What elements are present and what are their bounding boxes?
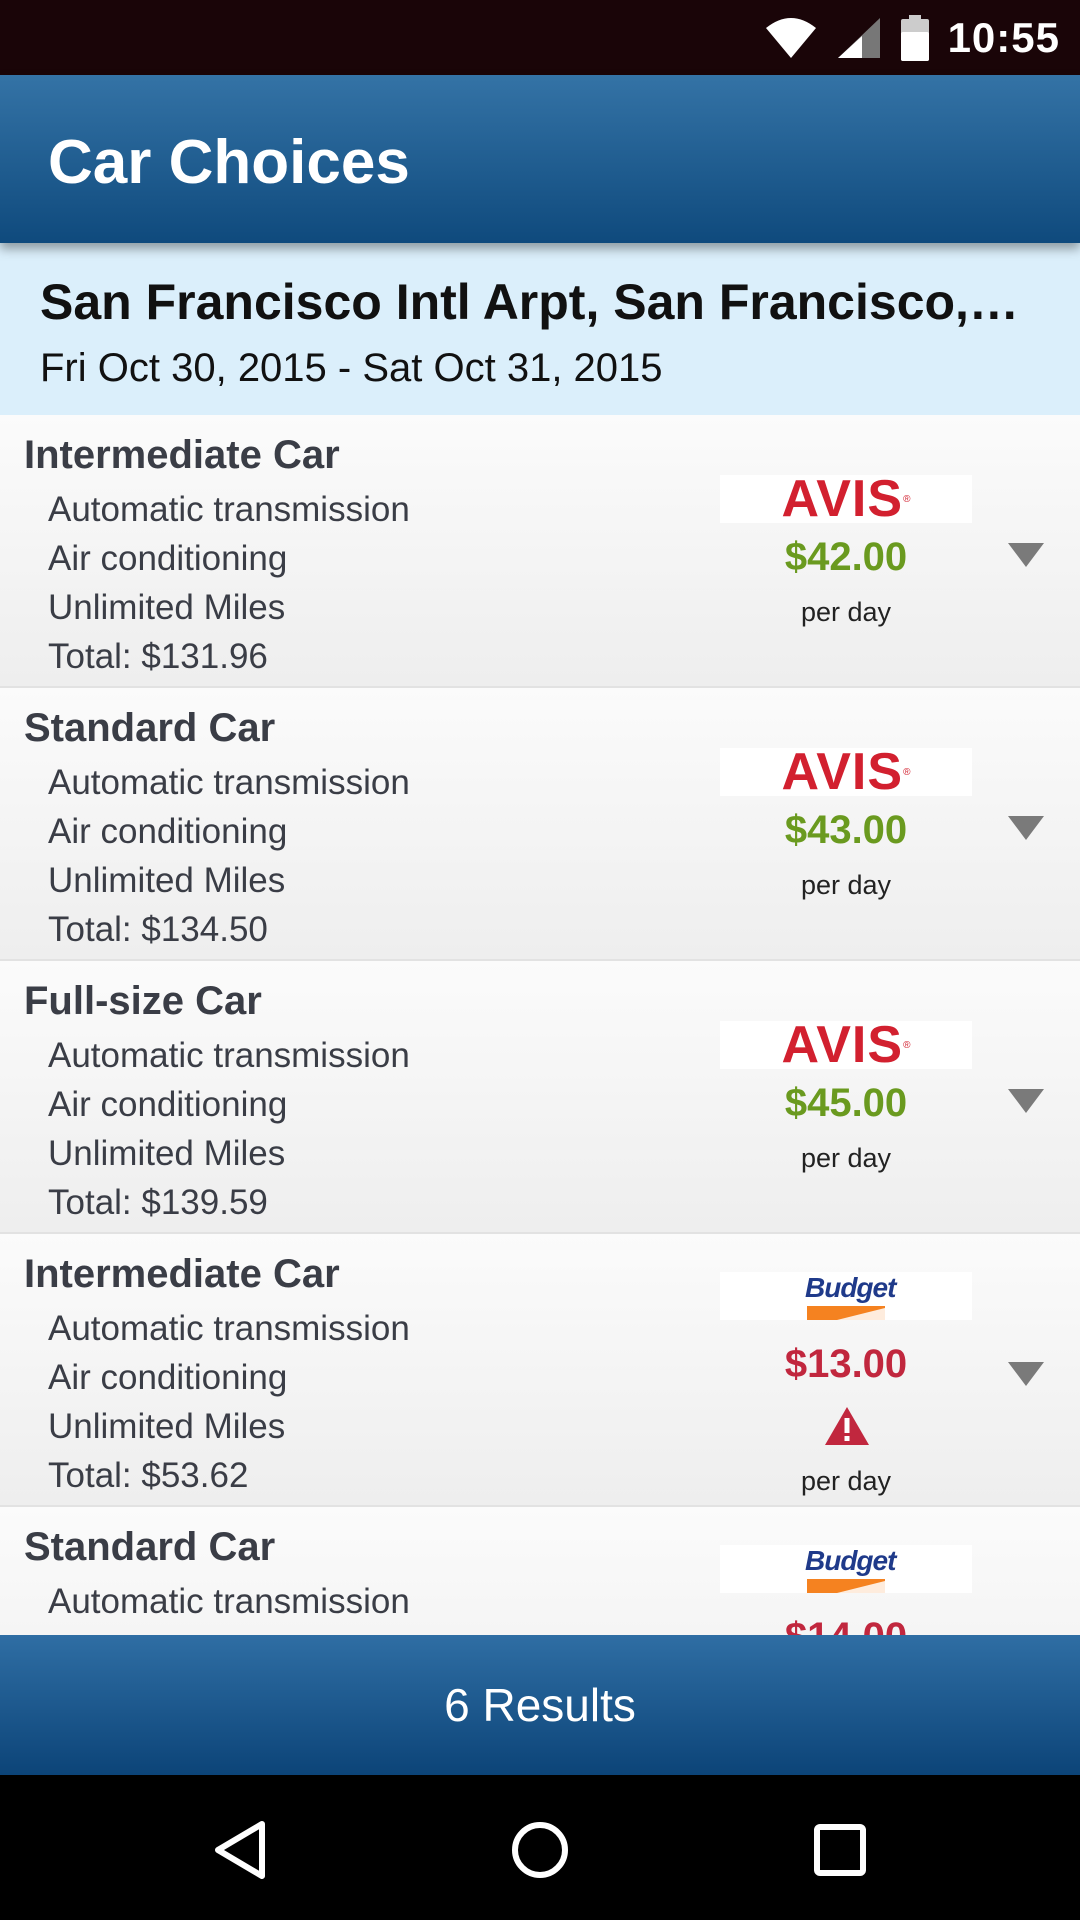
feature-ac: Air conditioning [48,812,288,851]
home-icon [512,1822,568,1878]
status-time: 10:55 [947,13,1060,61]
recents-icon [814,1824,866,1876]
car-class: Standard Car [24,1525,276,1569]
vendor-logo-budget: Budget [720,1272,972,1320]
feature-ac: Air conditioning [48,1358,288,1397]
car-class: Standard Car [24,706,276,750]
car-row[interactable]: Standard Car Automatic transmission Budg… [0,1507,1080,1635]
daily-price: $42.00 [784,535,908,579]
back-icon [215,1821,265,1879]
feature-mileage: Unlimited Miles [48,1134,286,1173]
expand-arrow-icon[interactable] [1008,543,1044,567]
expand-arrow-icon[interactable] [1008,1362,1044,1386]
daily-price: $45.00 [784,1081,908,1125]
vendor-logo-avis: AVIS ® [720,1016,972,1074]
recents-button[interactable] [785,1795,895,1905]
battery-icon [900,14,929,61]
daily-price: $14.00 [720,1615,972,1635]
app-bar: Car Choices [0,75,1080,243]
feature-transmission: Automatic transmission [48,1036,410,1075]
cell-signal-icon [837,17,880,58]
status-bar: 10:55 [0,0,1080,75]
feature-mileage: Unlimited Miles [48,588,286,627]
car-class: Intermediate Car [24,433,340,477]
location-name: San Francisco Intl Arpt, San Francisco,… [40,274,1019,330]
total-price: Total: $53.62 [48,1456,249,1495]
feature-transmission: Automatic transmission [48,763,410,802]
expand-arrow-icon[interactable] [1008,816,1044,840]
feature-transmission: Automatic transmission [48,1309,410,1348]
total-price: Total: $134.50 [48,910,268,949]
per-day-label: per day [800,1466,892,1496]
results-count: 6 Results [444,1679,636,1731]
per-day-label: per day [800,870,892,900]
feature-mileage: Unlimited Miles [48,1407,286,1446]
home-button[interactable] [485,1795,595,1905]
total-price: Total: $131.96 [48,637,268,676]
feature-ac: Air conditioning [48,539,288,578]
per-day-label: per day [800,1143,892,1173]
car-class: Intermediate Car [24,1252,340,1296]
per-day-label: per day [800,597,892,627]
location-header: San Francisco Intl Arpt, San Francisco,…… [0,243,1080,415]
vendor-logo-avis: AVIS ® [720,470,972,528]
warning-icon [825,1407,869,1445]
daily-price: $43.00 [784,808,908,852]
feature-transmission: Automatic transmission [48,490,410,529]
car-list[interactable]: Intermediate Car Automatic transmission … [0,415,1080,1635]
page-title: Car Choices [48,128,410,197]
rental-dates: Fri Oct 30, 2015 - Sat Oct 31, 2015 [40,346,663,390]
feature-ac: Air conditioning [48,1085,288,1124]
total-price: Total: $139.59 [48,1183,268,1222]
expand-arrow-icon[interactable] [1008,1089,1044,1113]
car-row[interactable]: Standard Car Automatic transmission Air … [0,688,1080,961]
vendor-logo-avis: AVIS ® [720,743,972,801]
feature-mileage: Unlimited Miles [48,861,286,900]
results-bar[interactable]: 6 Results [0,1635,1080,1775]
vendor-logo-budget: Budget [720,1545,972,1593]
feature-transmission: Automatic transmission [48,1582,410,1621]
back-button[interactable] [185,1795,295,1905]
car-row[interactable]: Full-size Car Automatic transmission Air… [0,961,1080,1234]
car-row[interactable]: Intermediate Car Automatic transmission … [0,415,1080,688]
wifi-icon [765,17,816,58]
system-nav-bar [0,1775,1080,1920]
car-row[interactable]: Intermediate Car Automatic transmission … [0,1234,1080,1507]
daily-price: $13.00 [784,1342,908,1386]
car-class: Full-size Car [24,979,262,1023]
